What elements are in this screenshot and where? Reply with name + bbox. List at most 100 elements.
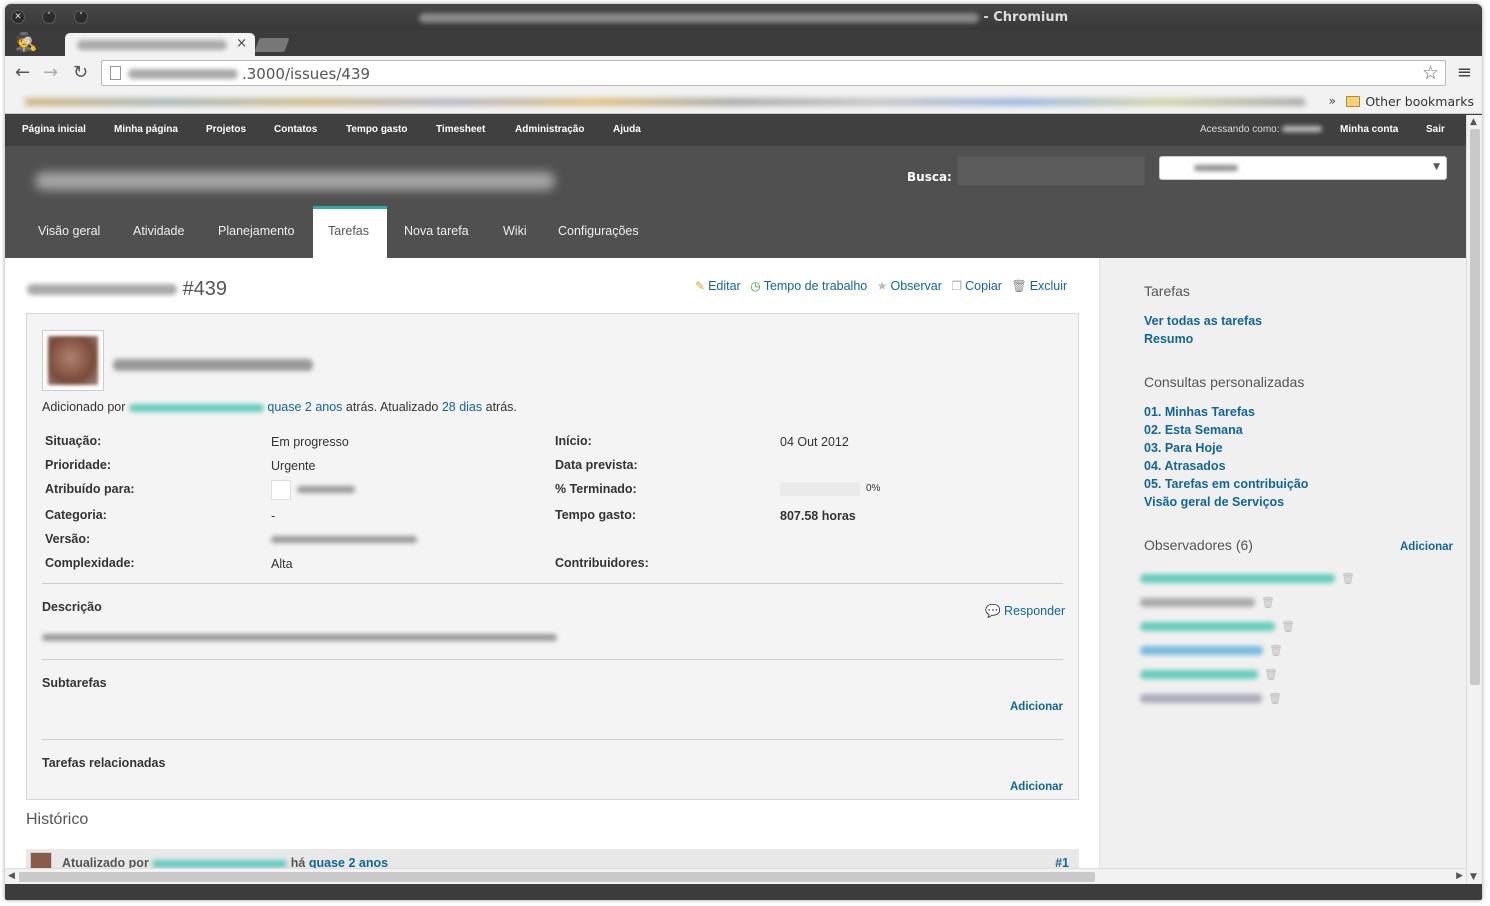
copy-link[interactable]: Copiar bbox=[965, 279, 1002, 293]
vertical-scrollbar[interactable]: ▲ ▼ bbox=[1466, 115, 1482, 884]
watcher-name-blurred[interactable] bbox=[1140, 622, 1275, 631]
watcher-item: 🗑 bbox=[1140, 688, 1282, 705]
log-time-link[interactable]: Tempo de trabalho bbox=[764, 279, 868, 293]
status-label: Situação: bbox=[45, 434, 102, 448]
bookmarks-more-icon[interactable]: » bbox=[1329, 94, 1336, 108]
window-title-suffix: - Chromium bbox=[983, 10, 1069, 25]
browser-tab[interactable]: × bbox=[65, 33, 255, 57]
back-icon[interactable]: ← bbox=[15, 62, 30, 83]
assignee-name-blurred[interactable] bbox=[297, 486, 355, 493]
tab-close-icon[interactable]: × bbox=[236, 36, 247, 51]
incognito-icon: 🕵 bbox=[15, 32, 38, 53]
delete-link[interactable]: Excluir bbox=[1030, 279, 1068, 293]
topmenu-home[interactable]: Página inicial bbox=[22, 124, 86, 135]
watcher-name-blurred[interactable] bbox=[1140, 574, 1335, 583]
project-jump-select[interactable]: ▼ bbox=[1159, 156, 1447, 180]
vertical-scroll-thumb[interactable] bbox=[1470, 129, 1480, 685]
scroll-up-icon[interactable]: ▲ bbox=[1470, 117, 1477, 127]
assigned-label: Atribuído para: bbox=[45, 482, 135, 496]
trash-icon[interactable]: 🗑 bbox=[1261, 596, 1275, 609]
sidebar-link-summary[interactable]: Resumo bbox=[1144, 332, 1193, 346]
address-bar[interactable]: .3000/issues/439 ☆ bbox=[101, 60, 1446, 86]
copy-icon: ❐ bbox=[951, 279, 963, 293]
start-label: Início: bbox=[555, 434, 592, 448]
topmenu-contacts[interactable]: Contatos bbox=[274, 124, 317, 135]
topmenu-my-page[interactable]: Minha página bbox=[114, 124, 178, 135]
trash-icon[interactable]: 🗑 bbox=[1264, 668, 1278, 681]
bookmark-star-icon[interactable]: ☆ bbox=[1422, 62, 1439, 84]
edit-link[interactable]: Editar bbox=[708, 279, 741, 293]
scroll-left-icon[interactable]: ◀ bbox=[8, 871, 15, 881]
tab-title-blurred bbox=[77, 40, 227, 50]
topmenu-logout[interactable]: Sair bbox=[1426, 124, 1445, 135]
topmenu-timesheet[interactable]: Timesheet bbox=[436, 124, 485, 135]
watcher-name-blurred[interactable] bbox=[1140, 598, 1255, 607]
logged-user-blurred bbox=[1282, 126, 1323, 133]
category-value: - bbox=[271, 509, 276, 523]
reload-icon[interactable]: ↻ bbox=[73, 62, 88, 83]
subtasks-label: Subtarefas bbox=[42, 676, 107, 690]
search-input[interactable] bbox=[957, 156, 1145, 186]
scroll-down-icon[interactable]: ▼ bbox=[1470, 872, 1477, 882]
add-subtask-link[interactable]: Adicionar bbox=[1010, 701, 1063, 713]
watcher-item: 🗑 bbox=[1140, 616, 1295, 633]
updated-ago-link[interactable]: 28 dias bbox=[442, 400, 482, 414]
project-select-blurred bbox=[1194, 165, 1238, 171]
watcher-name-blurred[interactable] bbox=[1140, 670, 1258, 679]
sidebar-queries-title: Consultas personalizadas bbox=[1144, 374, 1305, 390]
topmenu-my-account[interactable]: Minha conta bbox=[1340, 124, 1398, 135]
spent-value-link[interactable]: 807.58 horas bbox=[780, 509, 856, 523]
tab-wiki[interactable]: Wiki bbox=[503, 224, 527, 238]
tab-strip: 🕵 × bbox=[5, 30, 1482, 57]
tab-activity[interactable]: Atividade bbox=[133, 224, 184, 238]
topmenu-time-spent[interactable]: Tempo gasto bbox=[346, 124, 407, 135]
chevron-down-icon: ▼ bbox=[1433, 162, 1440, 172]
reply-link[interactable]: 💬 Responder bbox=[985, 604, 1065, 619]
trash-icon[interactable]: 🗑 bbox=[1268, 692, 1282, 705]
sidebar: Tarefas Ver todas as tarefas Resumo Cons… bbox=[1099, 258, 1466, 884]
chrome-menu-icon[interactable]: ≡ bbox=[1457, 62, 1472, 83]
add-relation-link[interactable]: Adicionar bbox=[1010, 781, 1063, 793]
tab-new-issue[interactable]: Nova tarefa bbox=[404, 224, 469, 238]
sidebar-query-6[interactable]: Visão geral de Serviços bbox=[1144, 495, 1284, 509]
sidebar-query-1[interactable]: 01. Minhas Tarefas bbox=[1144, 405, 1255, 419]
tab-roadmap[interactable]: Planejamento bbox=[218, 224, 294, 238]
logged-as-text: Acessando como: bbox=[1200, 124, 1280, 135]
sidebar-watchers-title: Observadores (6) bbox=[1144, 537, 1253, 553]
added-ago-link[interactable]: quase 2 anos bbox=[267, 400, 342, 414]
horizontal-scrollbar[interactable]: ◀ ▶ bbox=[5, 868, 1466, 884]
other-bookmarks[interactable]: Other bookmarks bbox=[1346, 94, 1474, 109]
tab-settings[interactable]: Configurações bbox=[558, 224, 639, 238]
version-value-blurred[interactable] bbox=[271, 536, 417, 543]
sidebar-query-2[interactable]: 02. Esta Semana bbox=[1144, 423, 1243, 437]
watcher-name-blurred[interactable] bbox=[1140, 646, 1263, 655]
sidebar-link-all-issues[interactable]: Ver todas as tarefas bbox=[1144, 314, 1262, 328]
trash-icon[interactable]: 🗑 bbox=[1341, 572, 1355, 585]
watch-link[interactable]: Observar bbox=[890, 279, 941, 293]
updated-suffix: atrás. bbox=[485, 400, 517, 414]
add-watcher-link[interactable]: Adicionar bbox=[1400, 541, 1453, 553]
author-name-blurred[interactable] bbox=[128, 403, 264, 412]
browser-toolbar: ← → ↻ .3000/issues/439 ☆ ≡ bbox=[5, 56, 1482, 90]
issue-title: #439 bbox=[27, 278, 227, 301]
spent-label: Tempo gasto: bbox=[555, 508, 637, 522]
new-tab-button[interactable] bbox=[254, 38, 290, 52]
journal-author-blurred[interactable] bbox=[152, 859, 288, 868]
horizontal-scroll-thumb[interactable] bbox=[19, 872, 1095, 882]
watcher-name-blurred[interactable] bbox=[1140, 694, 1262, 703]
sidebar-query-4[interactable]: 04. Atrasados bbox=[1144, 459, 1226, 473]
trash-icon[interactable]: 🗑 bbox=[1281, 620, 1295, 633]
topmenu-projects[interactable]: Projetos bbox=[206, 124, 246, 135]
url-host-blurred bbox=[128, 69, 238, 79]
forward-icon[interactable]: → bbox=[43, 62, 58, 83]
description-label: Descrição bbox=[42, 600, 102, 614]
topmenu-administration[interactable]: Administração bbox=[515, 124, 584, 135]
topmenu-help[interactable]: Ajuda bbox=[613, 124, 641, 135]
scroll-right-icon[interactable]: ▶ bbox=[1456, 871, 1463, 881]
tab-issues[interactable]: Tarefas bbox=[313, 206, 387, 258]
sidebar-query-3[interactable]: 03. Para Hoje bbox=[1144, 441, 1223, 455]
divider bbox=[42, 659, 1063, 660]
sidebar-query-5[interactable]: 05. Tarefas em contribuição bbox=[1144, 477, 1308, 491]
tab-overview[interactable]: Visão geral bbox=[38, 224, 100, 238]
trash-icon[interactable]: 🗑 bbox=[1269, 644, 1283, 657]
